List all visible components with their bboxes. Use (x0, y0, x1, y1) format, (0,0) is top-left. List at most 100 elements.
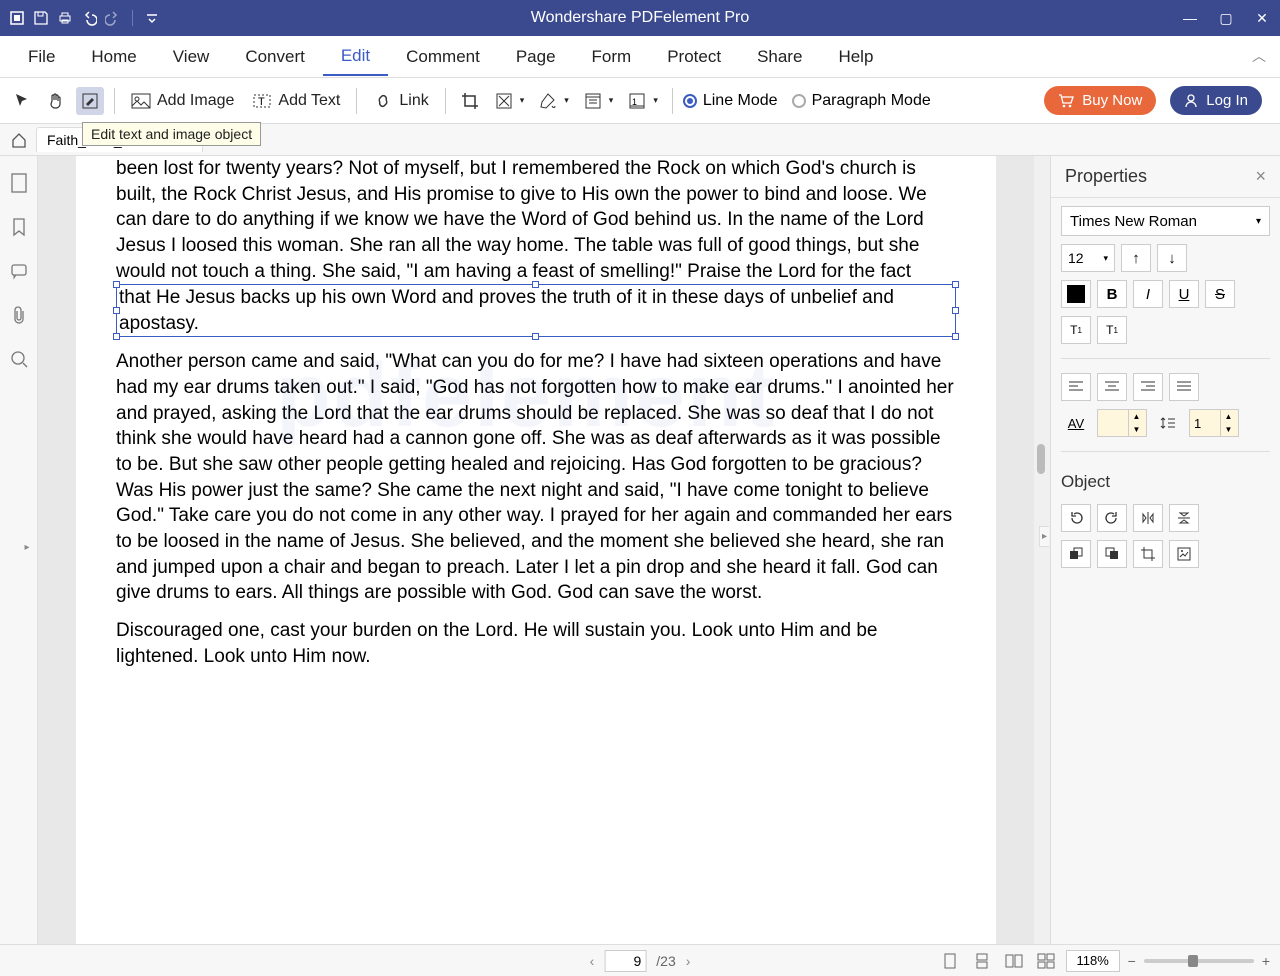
menu-home[interactable]: Home (73, 39, 154, 75)
paragraph-text[interactable]: been lost for twenty years? Not of mysel… (116, 156, 956, 284)
menu-protect[interactable]: Protect (649, 39, 739, 75)
resize-handle-icon[interactable] (532, 333, 539, 340)
paragraph-text[interactable]: Another person came and said, "What can … (116, 349, 956, 605)
slider-knob[interactable] (1188, 955, 1198, 967)
add-image-button[interactable]: Add Image (125, 87, 240, 115)
expand-sidebar-icon[interactable]: ▸ (16, 536, 38, 558)
pdf-page[interactable]: pdfelement been lost for twenty years? N… (76, 156, 996, 944)
align-right-button[interactable] (1133, 373, 1163, 401)
font-family-combo[interactable]: Times New Roman▾ (1061, 206, 1270, 236)
menu-file[interactable]: File (10, 39, 73, 75)
paragraph-text[interactable]: Discouraged one, cast your burden on the… (116, 618, 956, 669)
char-spacing-spinner[interactable]: ▲▼ (1097, 409, 1147, 437)
line-mode-radio[interactable]: Line Mode (683, 92, 778, 110)
close-icon[interactable]: ✕ (1244, 4, 1280, 32)
zoom-out-icon[interactable]: − (1128, 953, 1136, 969)
menu-help[interactable]: Help (820, 39, 891, 75)
char-spacing-input[interactable] (1098, 410, 1128, 436)
zoom-in-icon[interactable]: + (1262, 953, 1270, 969)
flip-horizontal-button[interactable] (1133, 504, 1163, 532)
bring-front-button[interactable] (1061, 540, 1091, 568)
crop-tool-icon[interactable] (456, 87, 484, 115)
replace-image-button[interactable] (1169, 540, 1199, 568)
buy-now-button[interactable]: Buy Now (1044, 86, 1156, 115)
align-left-button[interactable] (1061, 373, 1091, 401)
spin-up-icon[interactable]: ▲ (1129, 410, 1144, 423)
app-logo-icon[interactable] (8, 9, 26, 27)
search-panel-icon[interactable] (8, 348, 30, 370)
collapse-panel-icon[interactable]: ▸ (1039, 526, 1049, 547)
align-center-button[interactable] (1097, 373, 1127, 401)
link-button[interactable]: Link (367, 87, 434, 115)
line-spacing-spinner[interactable]: ▲▼ (1189, 409, 1239, 437)
collapse-ribbon-icon[interactable]: ︿ (1252, 46, 1266, 66)
line-spacing-input[interactable] (1190, 410, 1220, 436)
resize-handle-icon[interactable] (952, 281, 959, 288)
vertical-scrollbar[interactable] (1034, 156, 1050, 944)
selected-text[interactable]: that He Jesus backs up his own Word and … (119, 287, 894, 334)
log-in-button[interactable]: Log In (1170, 86, 1262, 115)
continuous-view-icon[interactable] (970, 950, 994, 972)
zoom-level-display[interactable]: 118% (1066, 950, 1120, 972)
menu-comment[interactable]: Comment (388, 39, 498, 75)
single-page-view-icon[interactable] (938, 950, 962, 972)
font-color-button[interactable] (1061, 280, 1091, 308)
bold-button[interactable]: B (1097, 280, 1127, 308)
bookmarks-icon[interactable] (8, 216, 30, 238)
resize-handle-icon[interactable] (952, 307, 959, 314)
thumbnails-icon[interactable] (8, 172, 30, 194)
two-page-continuous-view-icon[interactable] (1034, 950, 1058, 972)
paragraph-mode-radio[interactable]: Paragraph Mode (792, 92, 931, 110)
select-tool-icon[interactable] (8, 87, 36, 115)
underline-button[interactable]: U (1169, 280, 1199, 308)
redo-icon[interactable] (104, 9, 122, 27)
document-viewport[interactable]: pdfelement been lost for twenty years? N… (38, 156, 1034, 944)
save-icon[interactable] (32, 9, 50, 27)
header-footer-tool-icon[interactable]: ▾ (579, 87, 618, 115)
rotate-right-button[interactable] (1097, 504, 1127, 532)
two-page-view-icon[interactable] (1002, 950, 1026, 972)
spin-down-icon[interactable]: ▼ (1129, 423, 1144, 436)
flip-vertical-button[interactable] (1169, 504, 1199, 532)
undo-icon[interactable] (80, 9, 98, 27)
edit-object-tool-icon[interactable] (76, 87, 104, 115)
resize-handle-icon[interactable] (952, 333, 959, 340)
page-number-input[interactable] (604, 950, 646, 972)
menu-view[interactable]: View (155, 39, 228, 75)
menu-page[interactable]: Page (498, 39, 574, 75)
strikethrough-button[interactable]: S (1205, 280, 1235, 308)
spin-down-icon[interactable]: ▼ (1221, 423, 1236, 436)
selected-text-box[interactable]: that He Jesus backs up his own Word and … (116, 284, 956, 337)
minimize-icon[interactable]: — (1172, 4, 1208, 32)
resize-handle-icon[interactable] (113, 333, 120, 340)
rotate-left-button[interactable] (1061, 504, 1091, 532)
add-text-button[interactable]: TAdd Text (246, 87, 346, 115)
maximize-icon[interactable]: ▢ (1208, 4, 1244, 32)
scroll-thumb[interactable] (1037, 444, 1045, 474)
prev-page-icon[interactable]: ‹ (590, 953, 595, 969)
superscript-button[interactable]: T1 (1061, 316, 1091, 344)
menu-edit[interactable]: Edit (323, 38, 388, 76)
attachments-icon[interactable] (8, 304, 30, 326)
subscript-button[interactable]: T1 (1097, 316, 1127, 344)
zoom-slider[interactable] (1144, 959, 1254, 963)
background-tool-icon[interactable]: ▾ (534, 87, 573, 115)
align-justify-button[interactable] (1169, 373, 1199, 401)
watermark-tool-icon[interactable]: ▾ (490, 87, 529, 115)
hand-tool-icon[interactable] (42, 87, 70, 115)
comments-icon[interactable] (8, 260, 30, 282)
font-size-combo[interactable]: 12▾ (1061, 244, 1115, 272)
menu-share[interactable]: Share (739, 39, 820, 75)
home-tab-icon[interactable] (6, 127, 32, 153)
send-back-button[interactable] (1097, 540, 1127, 568)
customize-qat-icon[interactable] (143, 9, 161, 27)
next-page-icon[interactable]: › (686, 953, 691, 969)
bates-numbering-tool-icon[interactable]: 1▾ (623, 87, 662, 115)
spin-up-icon[interactable]: ▲ (1221, 410, 1236, 423)
grow-font-button[interactable]: ↑ (1121, 244, 1151, 272)
resize-handle-icon[interactable] (113, 281, 120, 288)
menu-form[interactable]: Form (574, 39, 650, 75)
close-panel-icon[interactable]: × (1255, 166, 1266, 187)
resize-handle-icon[interactable] (113, 307, 120, 314)
print-icon[interactable] (56, 9, 74, 27)
